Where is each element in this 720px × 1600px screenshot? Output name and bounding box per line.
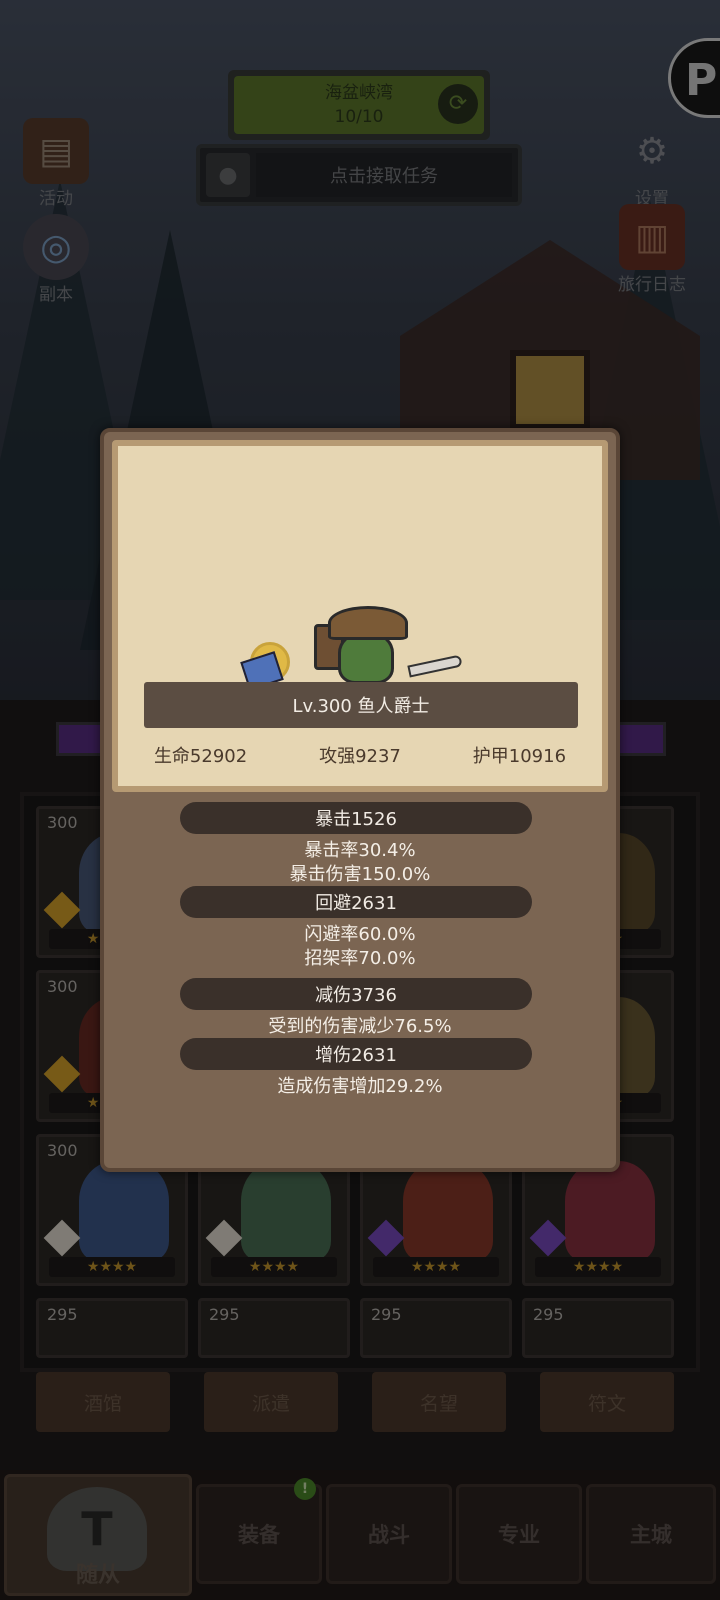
- stat-line: 受到的伤害减少76.5%: [268, 1016, 452, 1037]
- stat-line: 造成伤害增加29.2%: [277, 1076, 443, 1097]
- hero-portrait: [314, 594, 414, 694]
- section-title-reduction: 减伤3736: [180, 978, 532, 1010]
- stat-line: 招架率70.0%: [304, 948, 416, 969]
- stat-armor: 护甲10916: [472, 746, 567, 767]
- stat-hp: 生命52902: [153, 746, 248, 767]
- section-title-damage-bonus: 增伤2631: [180, 1038, 532, 1070]
- sword-icon: [407, 654, 463, 678]
- hero-name: Lv.300 鱼人爵士: [144, 682, 578, 728]
- section-title-evasion: 回避2631: [180, 886, 532, 918]
- stat-line: 暴击伤害150.0%: [289, 864, 431, 885]
- equipment-item-icon: [240, 642, 290, 691]
- stat-line: 暴击率30.4%: [304, 840, 416, 861]
- stat-line: 闪避率60.0%: [304, 924, 416, 945]
- stat-attack: 攻强9237: [319, 746, 401, 767]
- hero-detail-popup: Lv.300 鱼人爵士 生命52902 攻强9237 护甲10916 暴击152…: [100, 428, 620, 1172]
- section-title-crit: 暴击1526: [180, 802, 532, 834]
- hero-summary-panel: Lv.300 鱼人爵士 生命52902 攻强9237 护甲10916: [112, 440, 608, 792]
- primary-stats: 生命52902 攻强9237 护甲10916: [118, 742, 602, 768]
